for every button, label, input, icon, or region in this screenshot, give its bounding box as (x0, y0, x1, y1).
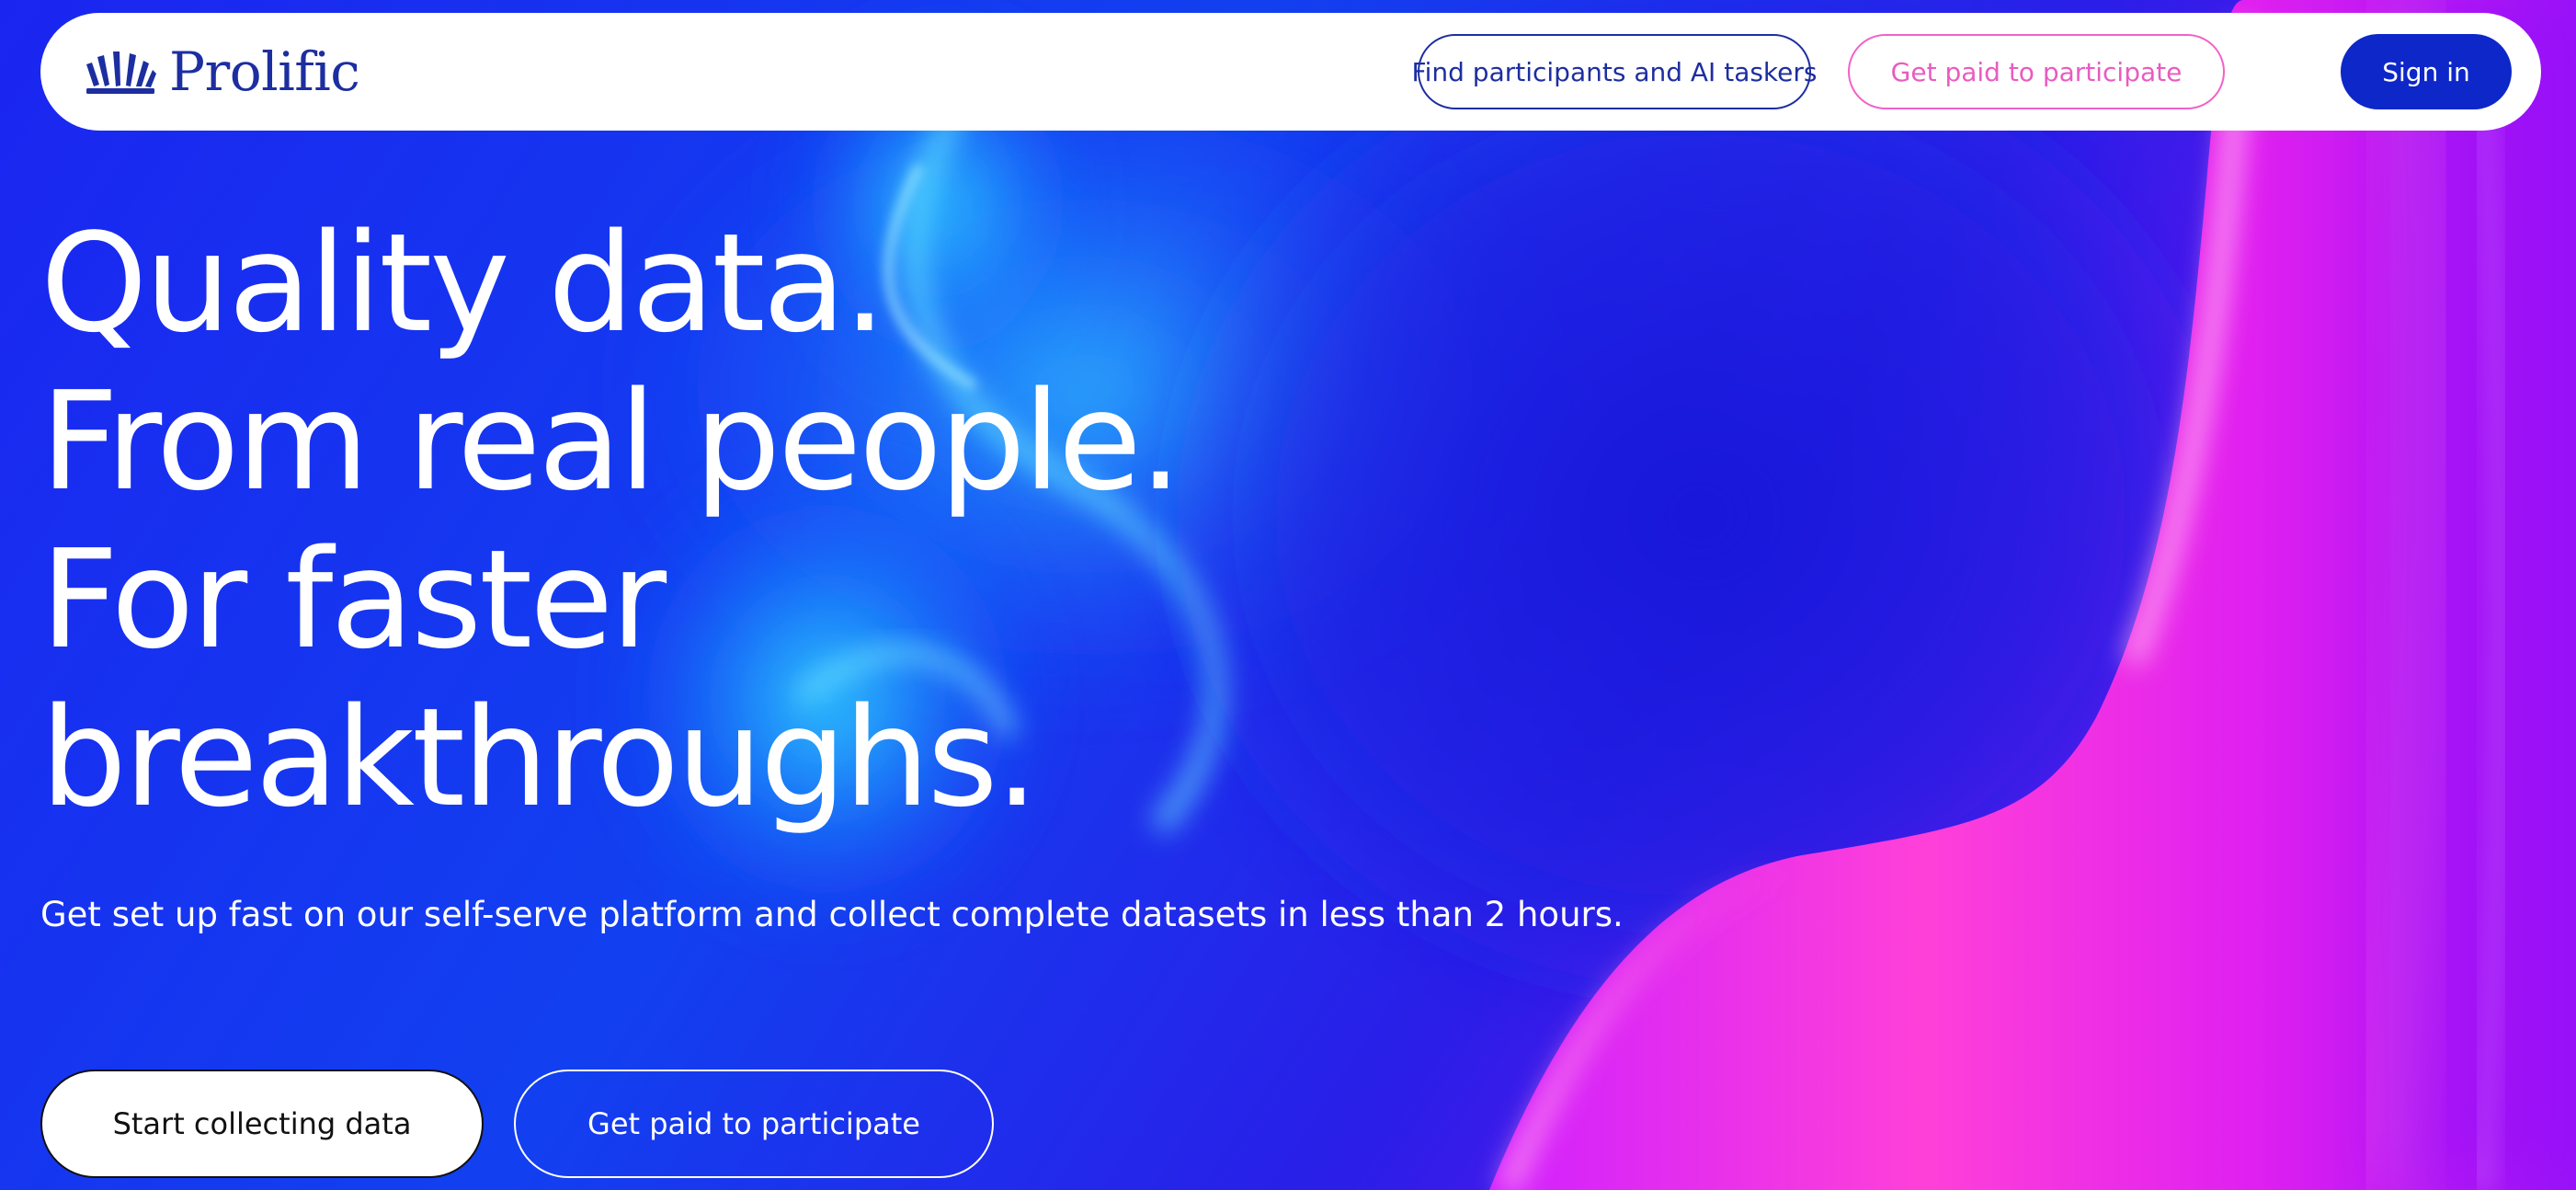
get-paid-hero-button[interactable]: Get paid to participate (514, 1070, 994, 1178)
logo-sunburst-icon (86, 51, 156, 94)
headline-line-4: breakthroughs. (40, 679, 1039, 837)
find-participants-button[interactable]: Find participants and AI taskers (1412, 34, 1817, 109)
get-paid-nav-button[interactable]: Get paid to participate (1848, 34, 2225, 109)
top-navbar: Prolific Find participants and AI tasker… (40, 13, 2541, 131)
headline-line-3: For faster (40, 521, 667, 679)
prolific-logo[interactable]: Prolific (85, 40, 360, 103)
start-collecting-button[interactable]: Start collecting data (40, 1070, 484, 1178)
headline-line-1: Quality data. (40, 204, 886, 362)
hero-subtitle: Get set up fast on our self-serve platfo… (40, 895, 1624, 934)
sign-in-button[interactable]: Sign in (2341, 34, 2512, 109)
hero-headline: Quality data. From real people. For fast… (40, 204, 1182, 837)
brand-name: Prolific (169, 40, 360, 103)
headline-line-2: From real people. (40, 362, 1182, 521)
